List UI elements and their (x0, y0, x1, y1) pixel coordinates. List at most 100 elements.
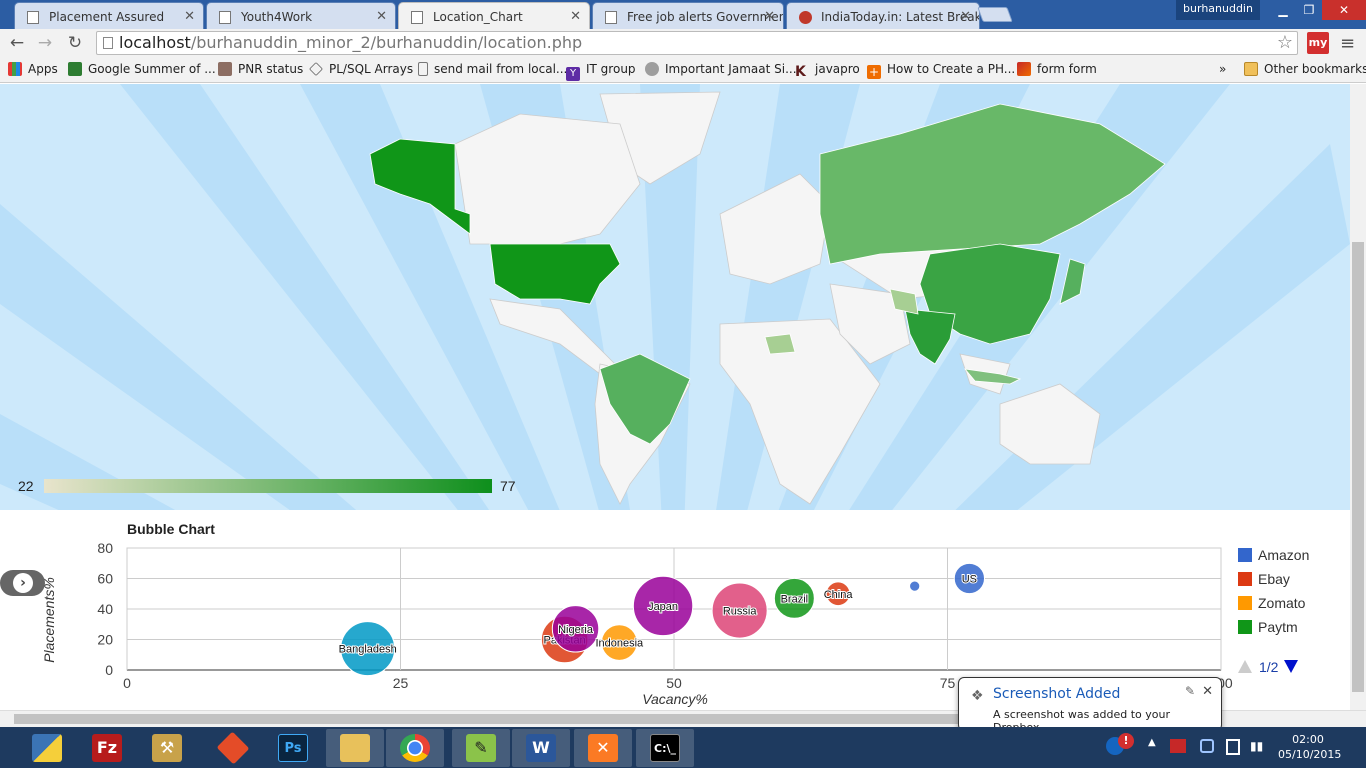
legend-label: Zomato (1258, 595, 1306, 611)
photoshop-icon: Ps (278, 734, 308, 762)
bubble-unlabeled[interactable] (909, 580, 921, 592)
europe (719, 173, 831, 285)
bookmark-pnr-status[interactable]: PNR status (218, 62, 303, 76)
taskbar-chrome[interactable] (386, 729, 444, 767)
tab-location-chart[interactable]: Location_Chart ✕ (398, 2, 590, 29)
battery-icon[interactable] (1226, 739, 1240, 755)
bookmark-create-php[interactable]: + How to Create a PH... (867, 62, 1015, 79)
bookmark-plsql-arrays[interactable]: PL/SQL Arrays (309, 62, 413, 76)
taskbar-xampp[interactable]: ✕ (574, 729, 632, 767)
bookmarks-bar: Apps Google Summer of ... PNR status PL/… (0, 57, 1366, 83)
legend-label: Amazon (1258, 547, 1309, 563)
close-icon[interactable]: ✕ (1202, 684, 1213, 699)
bookmarks-overflow-button[interactable]: » (1219, 62, 1226, 76)
minimize-icon[interactable]: ▁ (1270, 0, 1296, 20)
bookmark-send-mail[interactable]: send mail from local... (418, 62, 567, 76)
windows-taskbar: Fz ⚒ Ps ✎ W ✕ C:\_ ! ▲ ▮▮ 02:00 05/10/20… (0, 727, 1366, 768)
taskbar-photoshop[interactable]: Ps (264, 729, 322, 767)
network-icon[interactable]: ▮▮ (1250, 739, 1263, 753)
bookmark-javapro[interactable]: Kjavapro (795, 62, 860, 79)
legend-next-icon[interactable] (1284, 660, 1298, 673)
acrobat-tray-icon[interactable] (1170, 739, 1186, 753)
scroll-thumb[interactable] (14, 714, 1114, 724)
system-clock[interactable]: 02:00 05/10/2015 (1278, 732, 1341, 762)
bubble-brazil[interactable]: Brazil (773, 577, 815, 619)
forward-icon[interactable]: → (34, 32, 56, 54)
pin-icon[interactable]: ✎ (1185, 684, 1195, 698)
close-icon[interactable]: ✕ (184, 6, 195, 28)
diamond-icon (309, 62, 323, 76)
taskbar-word[interactable]: W (512, 729, 570, 767)
notification-title: Screenshot Added (993, 686, 1121, 702)
tab-placement-assured[interactable]: Placement Assured ✕ (14, 2, 204, 29)
bubble-nigeria[interactable]: Nigeria (551, 605, 600, 653)
vertical-scrollbar[interactable] (1350, 84, 1366, 710)
taskbar-explorer[interactable] (326, 729, 384, 767)
chart-title: Bubble Chart (127, 521, 215, 537)
tab-free-job-alerts[interactable]: Free job alerts Governmen ✕ (592, 2, 784, 29)
bubble-label: Bangladesh (339, 644, 397, 656)
taskbar-tools[interactable]: ⚒ (138, 729, 196, 767)
url-path: /burhanuddin_minor_2/burhanuddin/locatio… (190, 33, 583, 52)
bookmark-form-form[interactable]: form form (1017, 62, 1097, 76)
dropbox-notification[interactable]: ❖ Screenshot Added A screenshot was adde… (958, 677, 1222, 734)
legend-item-amazon[interactable]: Amazon (1238, 547, 1309, 563)
close-icon[interactable]: ✕ (960, 6, 971, 28)
legend-prev-icon[interactable] (1238, 660, 1252, 673)
menu-icon[interactable]: ≡ (1340, 33, 1355, 54)
tab-youth4work[interactable]: Youth4Work ✕ (206, 2, 396, 29)
bookmark-important-jamaat[interactable]: Important Jamaat Si... (645, 62, 797, 76)
taskbar-cmd[interactable]: C:\_ (636, 729, 694, 767)
chart-legend: Amazon Ebay Zomato Paytm 1/2 (1238, 547, 1309, 675)
tab-strip: Placement Assured ✕ Youth4Work ✕ Locatio… (0, 0, 1366, 29)
taskbar-notepadpp[interactable]: ✎ (452, 729, 510, 767)
x-tick-label: 25 (393, 675, 409, 691)
world-geo-chart[interactable]: 22 77 (0, 84, 1350, 510)
y-tick-label: 40 (97, 601, 113, 617)
page-icon (103, 37, 113, 49)
back-icon[interactable]: ← (6, 32, 28, 54)
tab-indiatoday[interactable]: IndiaToday.in: Latest Break ✕ (786, 2, 980, 29)
address-bar[interactable]: localhost/burhanuddin_minor_2/burhanuddi… (96, 31, 1298, 55)
y-tick-label: 0 (105, 662, 113, 678)
terminal-icon: C:\_ (650, 734, 680, 762)
bookmark-it-group[interactable]: Y IT group (566, 62, 636, 81)
tab-title: Free job alerts Governmen (627, 10, 784, 24)
taskbar-filezilla[interactable]: Fz (78, 729, 136, 767)
bookmark-other[interactable]: Other bookmarks (1244, 62, 1366, 76)
usa (489, 243, 621, 305)
tab-title: Youth4Work (241, 10, 313, 24)
close-icon[interactable]: ✕ (376, 6, 387, 28)
bookmark-apps[interactable]: Apps (8, 62, 58, 76)
bookmark-star-icon[interactable]: ☆ (1277, 32, 1293, 54)
profile-name[interactable]: burhanuddin (1176, 0, 1260, 20)
reload-icon[interactable]: ↻ (64, 32, 86, 54)
clock-time: 02:00 (1292, 733, 1324, 746)
bookmark-google-summer[interactable]: Google Summer of ... (68, 62, 216, 76)
browser-toolbar: ← → ↻ localhost/burhanuddin_minor_2/burh… (0, 29, 1366, 57)
taskbar-python[interactable] (18, 729, 76, 767)
new-tab-button[interactable] (977, 7, 1013, 22)
legend-item-paytm[interactable]: Paytm (1238, 619, 1298, 635)
side-arrow-button[interactable]: › (0, 570, 45, 596)
legend-item-ebay[interactable]: Ebay (1238, 571, 1290, 587)
x-tick-label: 75 (940, 675, 956, 691)
folder-icon (1244, 62, 1258, 76)
close-icon[interactable]: ✕ (764, 6, 775, 28)
tray-expand-icon[interactable]: ▲ (1148, 737, 1156, 748)
dropbox-tray-icon[interactable] (1200, 739, 1214, 753)
y-tick-label: 60 (97, 571, 113, 587)
scroll-thumb[interactable] (1352, 242, 1364, 692)
my-extension-button[interactable]: my (1307, 32, 1329, 54)
bubble-russia[interactable]: Russia (711, 582, 768, 639)
close-icon[interactable]: ✕ (570, 6, 581, 28)
bubble-mark[interactable] (909, 580, 921, 592)
alert-icon[interactable]: ! (1118, 733, 1134, 749)
bubble-us[interactable]: US (953, 562, 986, 595)
window-close-icon[interactable]: ✕ (1322, 0, 1366, 20)
bubble-label: Japan (648, 601, 678, 613)
legend-item-zomato[interactable]: Zomato (1238, 595, 1306, 611)
bubble-japan[interactable]: Japan (632, 575, 694, 637)
taskbar-git[interactable] (204, 729, 262, 767)
restore-icon[interactable]: ❐ (1296, 0, 1322, 20)
